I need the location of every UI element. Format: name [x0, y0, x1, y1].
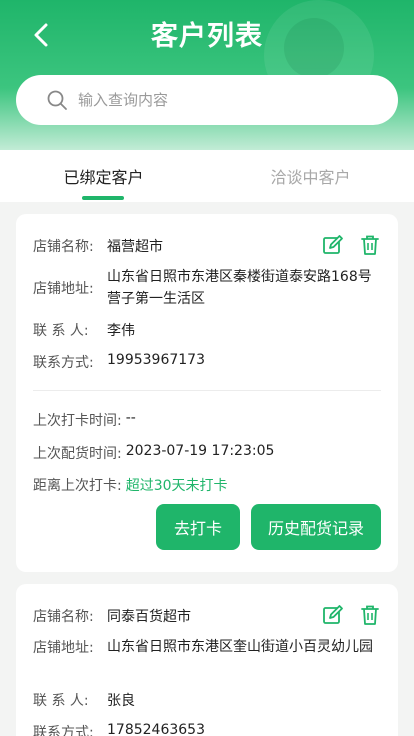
tab-negotiating-customers[interactable]: 洽谈中客户 [207, 164, 414, 188]
tab-bound-customers[interactable]: 已绑定客户 [0, 164, 207, 188]
store-address-value: 山东省日照市东港区秦楼街道泰安路168号营子第一生活区 [107, 269, 372, 307]
last-delivery-row: 上次配货时间: 2023-07-19 17:23:05 [33, 443, 274, 463]
edit-icon[interactable] [322, 604, 344, 626]
store-address-label: 店铺地址: [33, 281, 94, 297]
store-name-label: 店铺名称: [33, 609, 94, 625]
store-name-row: 店铺名称: 同泰百货超市 [33, 606, 191, 626]
since-checkin-value: 超过30天未打卡 [125, 478, 228, 494]
store-name-label: 店铺名称: [33, 239, 94, 255]
last-checkin-label: 上次打卡时间: [33, 413, 122, 429]
store-address-value: 山东省日照市东港区奎山街道小百灵幼儿园 [107, 639, 373, 655]
last-checkin-value: -- [125, 410, 136, 426]
search-bar[interactable] [16, 75, 398, 125]
customer-card: 店铺名称: 同泰百货超市 店铺地址: 山东省日照市东港区奎山街道小百灵幼儿园 联… [16, 584, 398, 736]
divider [33, 390, 381, 391]
store-address-label: 店铺地址: [33, 640, 94, 656]
last-delivery-label: 上次配货时间: [33, 446, 122, 462]
tab-bar: 已绑定客户 洽谈中客户 [0, 150, 414, 202]
contact-label: 联 系 人: [33, 323, 89, 339]
phone-label: 联系方式: [33, 725, 94, 736]
since-checkin-label: 距离上次打卡: [33, 478, 122, 494]
contact-row: 联 系 人: 李伟 [33, 320, 135, 340]
edit-icon[interactable] [322, 234, 344, 256]
phone-row: 联系方式: 17852463653 [33, 722, 205, 736]
contact-label: 联 系 人: [33, 693, 89, 709]
store-address-row: 店铺地址: 山东省日照市东港区奎山街道小百灵幼儿园 [33, 636, 377, 658]
store-address-row: 店铺地址: 山东省日照市东港区秦楼街道泰安路168号营子第一生活区 [33, 266, 377, 310]
delivery-history-button[interactable]: 历史配货记录 [251, 504, 381, 550]
phone-label: 联系方式: [33, 355, 94, 371]
store-name-value: 福营超市 [107, 239, 163, 255]
store-name-value: 同泰百货超市 [107, 609, 191, 625]
search-icon [47, 90, 67, 110]
last-delivery-value: 2023-07-19 17:23:05 [125, 443, 275, 459]
since-checkin-row: 距离上次打卡: 超过30天未打卡 [33, 475, 228, 495]
trash-icon[interactable] [359, 234, 381, 256]
phone-value[interactable]: 17852463653 [107, 722, 205, 736]
phone-row: 联系方式: 19953967173 [33, 352, 205, 372]
trash-icon[interactable] [359, 604, 381, 626]
contact-value: 张良 [107, 693, 135, 709]
customer-card: 店铺名称: 福营超市 店铺地址: 山东省日照市东港区秦楼街道泰安路168号营子第… [16, 214, 398, 572]
tab-active-indicator [82, 196, 124, 200]
contact-value: 李伟 [107, 323, 135, 339]
search-input[interactable] [78, 91, 358, 109]
store-name-row: 店铺名称: 福营超市 [33, 236, 163, 256]
phone-value[interactable]: 19953967173 [107, 352, 205, 372]
last-checkin-row: 上次打卡时间: -- [33, 410, 136, 430]
page-title: 客户列表 [151, 21, 263, 52]
checkin-button[interactable]: 去打卡 [156, 504, 240, 550]
contact-row: 联 系 人: 张良 [33, 690, 135, 710]
